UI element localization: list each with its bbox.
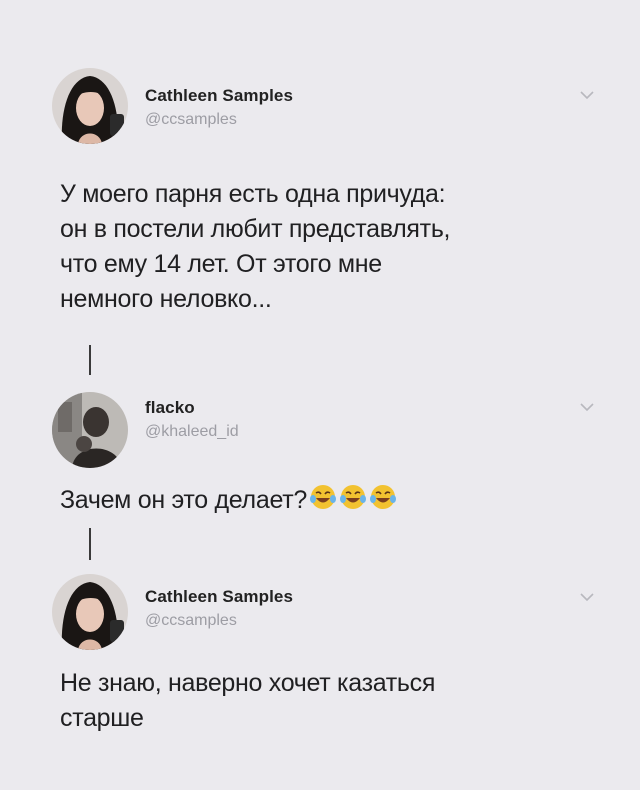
tweet-text-line: Не знаю, наверно хочет казаться: [60, 669, 436, 697]
author-name[interactable]: flacko: [145, 398, 195, 418]
author-name[interactable]: Cathleen Samples: [145, 86, 293, 106]
avatar-cathleen[interactable]: [52, 574, 128, 650]
tweet-text: Не знаю, наверно хочет казаться старше: [60, 666, 620, 736]
author-handle[interactable]: @ccsamples: [145, 612, 237, 630]
face-with-tears-of-joy-icon: [369, 483, 397, 511]
chevron-down-icon[interactable]: [580, 90, 594, 100]
thread-connector: [89, 528, 91, 560]
tweet-text: Зачем он это делает?: [60, 483, 620, 518]
face-with-tears-of-joy-icon: [339, 483, 367, 511]
avatar-flacko[interactable]: [52, 392, 128, 468]
tweet-text-content: Зачем он это делает?: [60, 486, 307, 514]
tweet-text-line: Зачем он это делает?: [60, 483, 620, 518]
thread-connector: [89, 345, 91, 375]
tweet-text: У моего парня есть одна причуда: он в по…: [60, 177, 620, 317]
tweet-text-line: он в постели любит представлять,: [60, 215, 451, 243]
author-handle[interactable]: @ccsamples: [145, 111, 237, 129]
avatar-cathleen[interactable]: [52, 68, 128, 144]
tweet-text-line: что ему 14 лет. От этого мне: [60, 250, 382, 278]
author-handle[interactable]: @khaleed_id: [145, 423, 239, 441]
chevron-down-icon[interactable]: [580, 402, 594, 412]
face-with-tears-of-joy-icon: [309, 483, 337, 511]
tweet-text-line: немного неловко...: [60, 285, 272, 313]
tweet-text-line: старше: [60, 704, 144, 732]
tweet-text-line: У моего парня есть одна причуда:: [60, 180, 446, 208]
chevron-down-icon[interactable]: [580, 592, 594, 602]
author-name[interactable]: Cathleen Samples: [145, 587, 293, 607]
